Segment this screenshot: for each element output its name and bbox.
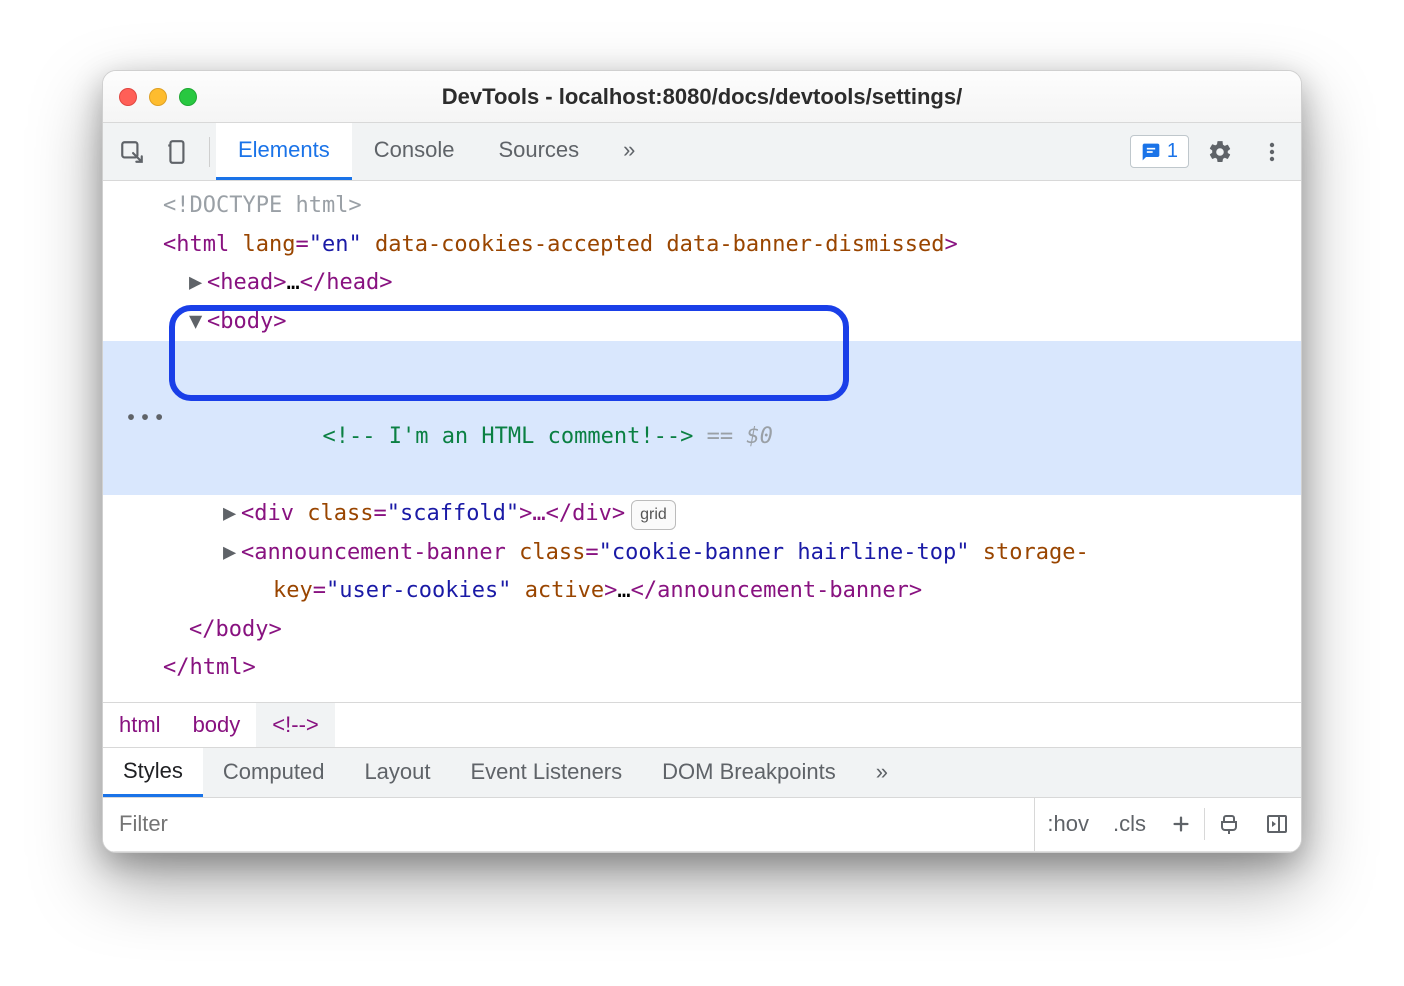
paint-flashing-icon[interactable]: [1205, 798, 1253, 851]
dom-head[interactable]: ▶<head>…</head>: [103, 264, 1301, 303]
more-actions-icon[interactable]: •••: [125, 401, 167, 436]
tab-elements[interactable]: Elements: [216, 123, 352, 180]
dom-html-close[interactable]: </html>: [103, 649, 1301, 688]
dom-doctype[interactable]: <!DOCTYPE html>: [163, 193, 362, 218]
kebab-menu-icon[interactable]: [1251, 131, 1293, 173]
dom-announcement-banner-cont[interactable]: key="user-cookies" active>…</announcemen…: [103, 572, 1301, 611]
dom-body-open[interactable]: ▼<body>: [103, 303, 1301, 342]
computed-sidebar-toggle-icon[interactable]: [1253, 798, 1301, 851]
zoom-window-button[interactable]: [179, 88, 197, 106]
issues-button[interactable]: 1: [1130, 135, 1189, 168]
tab-dom-breakpoints[interactable]: DOM Breakpoints: [642, 748, 856, 797]
grid-badge[interactable]: grid: [631, 500, 676, 530]
traffic-lights: [119, 88, 197, 106]
tab-event-listeners[interactable]: Event Listeners: [451, 748, 643, 797]
elements-dom-tree[interactable]: <!DOCTYPE html> <html lang="en" data-coo…: [103, 181, 1301, 702]
styles-filter-row: :hov .cls: [103, 798, 1301, 852]
tabs-overflow[interactable]: »: [601, 123, 657, 180]
dom-html-open[interactable]: <html lang="en" data-cookies-accepted da…: [103, 226, 1301, 265]
crumb-comment[interactable]: <!--﻿>: [256, 703, 334, 747]
inspect-element-icon[interactable]: [111, 131, 153, 173]
issues-count: 1: [1167, 140, 1178, 163]
settings-icon[interactable]: [1199, 131, 1241, 173]
main-toolbar: Elements Console Sources » 1: [103, 123, 1301, 181]
styles-pane-tabs: Styles Computed Layout Event Listeners D…: [103, 748, 1301, 798]
styles-tabs-overflow[interactable]: »: [856, 748, 908, 797]
tab-computed[interactable]: Computed: [203, 748, 345, 797]
hov-toggle[interactable]: :hov: [1035, 798, 1101, 851]
main-tabs: Elements Console Sources »: [216, 123, 657, 180]
crumb-html[interactable]: html: [103, 703, 177, 747]
titlebar: DevTools - localhost:8080/docs/devtools/…: [103, 71, 1301, 123]
styles-filter-input[interactable]: [103, 798, 1035, 851]
dom-body-close[interactable]: </body>: [103, 611, 1301, 650]
dom-div-scaffold[interactable]: ▶<div class="scaffold">…</div>grid: [103, 495, 1301, 534]
new-style-rule-icon[interactable]: [1158, 798, 1204, 851]
separator: [209, 137, 210, 167]
dom-announcement-banner[interactable]: ▶<announcement-banner class="cookie-bann…: [103, 534, 1301, 573]
cls-toggle[interactable]: .cls: [1101, 798, 1158, 851]
tab-console[interactable]: Console: [352, 123, 477, 180]
tab-styles[interactable]: Styles: [103, 748, 203, 797]
dom-selected-comment[interactable]: ••• <!-- I'm an HTML comment!--> == $0: [103, 341, 1301, 495]
device-toolbar-icon[interactable]: [157, 131, 199, 173]
devtools-window: DevTools - localhost:8080/docs/devtools/…: [102, 70, 1302, 853]
minimize-window-button[interactable]: [149, 88, 167, 106]
crumb-body[interactable]: body: [177, 703, 257, 747]
tab-layout[interactable]: Layout: [344, 748, 450, 797]
dom-breadcrumb: html body <!--﻿>: [103, 702, 1301, 748]
tab-sources[interactable]: Sources: [476, 123, 601, 180]
window-title: DevTools - localhost:8080/docs/devtools/…: [103, 84, 1301, 110]
issues-icon: [1141, 142, 1161, 162]
close-window-button[interactable]: [119, 88, 137, 106]
